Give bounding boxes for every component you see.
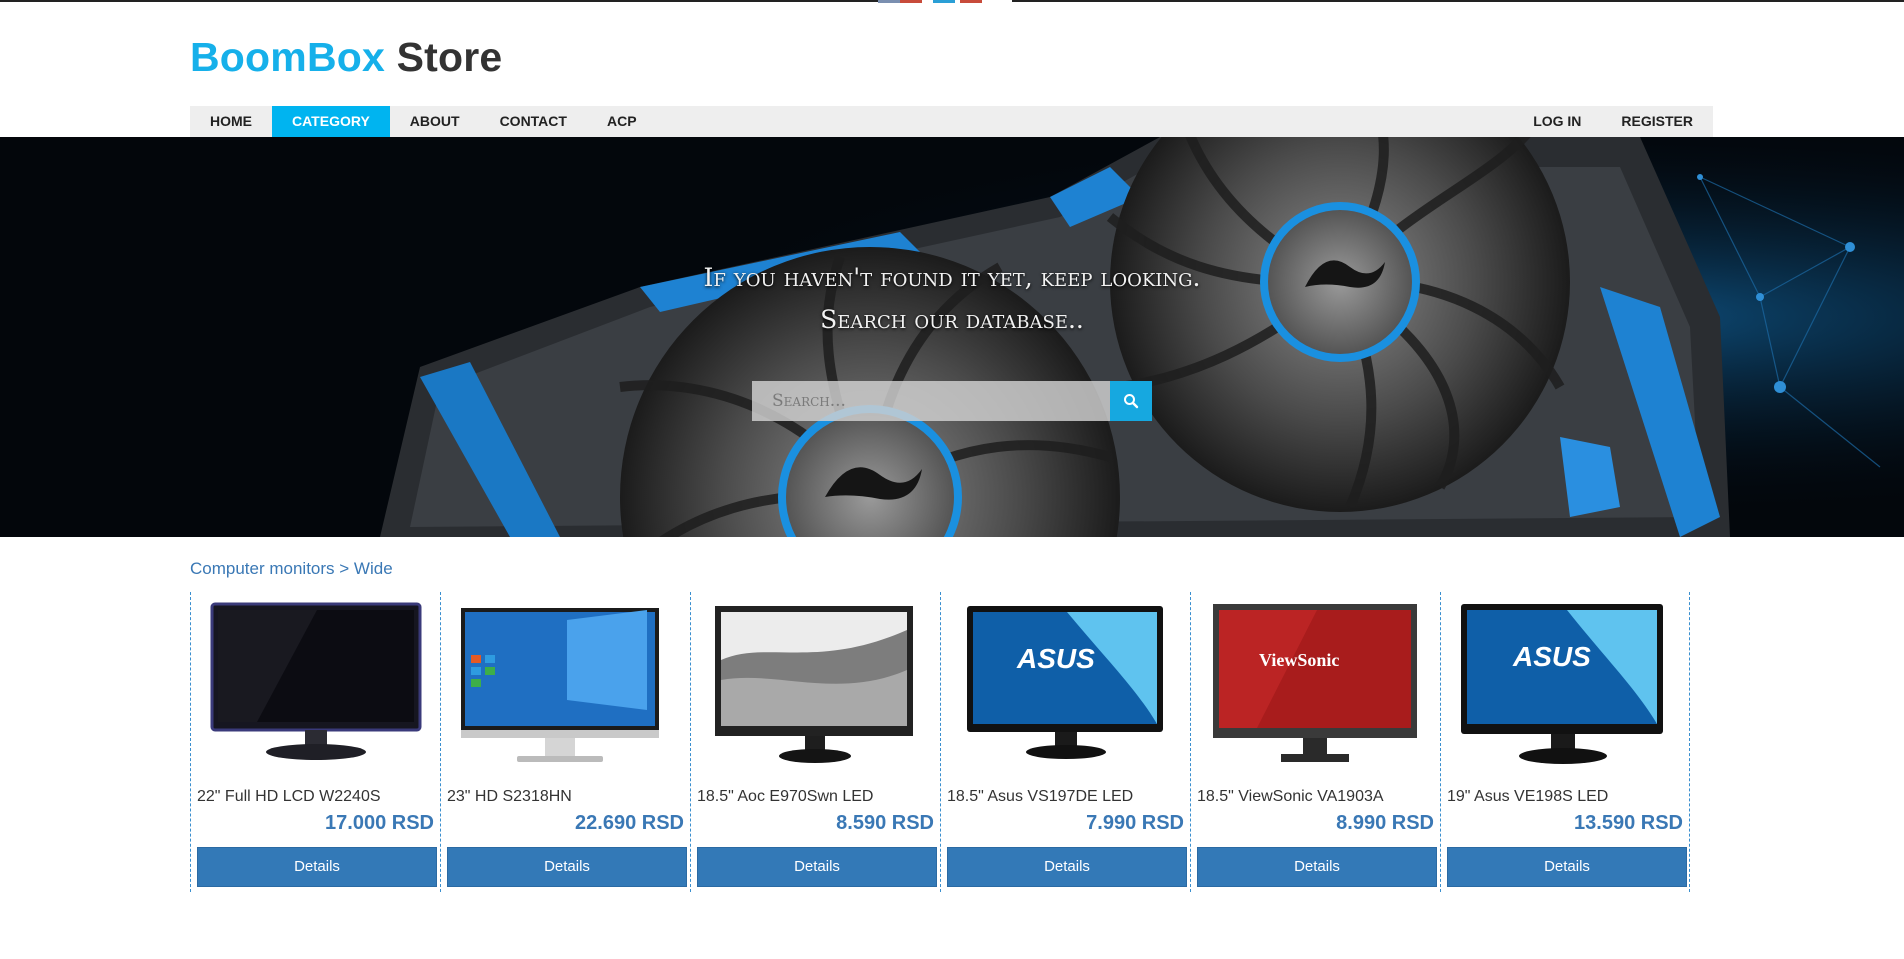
product-price: 7.990 RSD	[1086, 812, 1184, 834]
social-square-3	[933, 0, 955, 3]
top-divider-left	[0, 0, 878, 2]
product-name[interactable]: 18.5" Aoc E970Swn LED	[697, 788, 873, 806]
product-grid: 22" Full HD LCD W2240S 17.000 RSD Detail…	[190, 592, 1690, 892]
product-name[interactable]: 19" Asus VE198S LED	[1447, 788, 1608, 806]
logo-part-brand: BoomBox	[190, 34, 386, 80]
product-image[interactable]: ASUS	[947, 600, 1185, 770]
social-square-1	[878, 0, 900, 3]
product-image[interactable]	[447, 600, 685, 770]
details-button[interactable]: Details	[697, 847, 937, 887]
social-square-4	[960, 0, 982, 3]
search-button[interactable]	[1110, 381, 1152, 421]
top-divider-right	[1012, 0, 1904, 2]
main-nav: HOME CATEGORY ABOUT CONTACT ACP LOG IN R…	[190, 106, 1713, 137]
nav-item-acp[interactable]: ACP	[587, 106, 657, 137]
svg-text:ViewSonic: ViewSonic	[1259, 650, 1339, 670]
details-button[interactable]: Details	[947, 847, 1187, 887]
nav-item-login[interactable]: LOG IN	[1513, 106, 1601, 137]
product-price: 8.990 RSD	[1336, 812, 1434, 834]
hero-tagline: If you haven't found it yet, keep lookin…	[0, 257, 1904, 341]
product-image[interactable]: ASUS	[1447, 600, 1685, 770]
product-price: 13.590 RSD	[1574, 812, 1683, 834]
product-card: ViewSonic 18.5" ViewSonic VA1903A 8.990 …	[1190, 592, 1440, 892]
hero-tagline-line1: If you haven't found it yet, keep lookin…	[703, 263, 1201, 292]
site-logo[interactable]: BoomBox Store	[190, 34, 502, 81]
nav-right: LOG IN REGISTER	[1513, 106, 1713, 137]
search-bar	[752, 381, 1152, 421]
nav-item-register[interactable]: REGISTER	[1601, 106, 1713, 137]
top-strip	[0, 0, 1904, 3]
svg-text:ASUS: ASUS	[1512, 641, 1591, 672]
product-image[interactable]	[697, 600, 935, 770]
product-card: 22" Full HD LCD W2240S 17.000 RSD Detail…	[190, 592, 440, 892]
product-name[interactable]: 18.5" Asus VS197DE LED	[947, 788, 1133, 806]
nav-item-home[interactable]: HOME	[190, 106, 272, 137]
social-square-2	[900, 0, 922, 3]
svg-text:ASUS: ASUS	[1016, 643, 1095, 674]
search-icon	[1124, 394, 1139, 409]
product-name[interactable]: 22" Full HD LCD W2240S	[197, 788, 381, 806]
product-card: 23" HD S2318HN 22.690 RSD Details	[440, 592, 690, 892]
hero-tagline-line2: Search our database..	[820, 305, 1084, 334]
product-price: 17.000 RSD	[325, 812, 434, 834]
nav-item-contact[interactable]: CONTACT	[480, 106, 587, 137]
product-image[interactable]	[197, 600, 435, 770]
details-button[interactable]: Details	[197, 847, 437, 887]
logo-part-store: Store	[396, 34, 503, 80]
details-button[interactable]: Details	[1447, 847, 1687, 887]
details-button[interactable]: Details	[1197, 847, 1437, 887]
nav-item-about[interactable]: ABOUT	[390, 106, 480, 137]
product-image[interactable]: ViewSonic	[1197, 600, 1435, 770]
breadcrumb[interactable]: Computer monitors > Wide	[190, 559, 393, 579]
nav-left: HOME CATEGORY ABOUT CONTACT ACP	[190, 106, 657, 137]
product-price: 22.690 RSD	[575, 812, 684, 834]
product-card: 18.5" Aoc E970Swn LED 8.590 RSD Details	[690, 592, 940, 892]
hero-banner: If you haven't found it yet, keep lookin…	[0, 137, 1904, 537]
product-name[interactable]: 18.5" ViewSonic VA1903A	[1197, 788, 1384, 806]
product-name[interactable]: 23" HD S2318HN	[447, 788, 572, 806]
nav-item-category[interactable]: CATEGORY	[272, 106, 390, 137]
product-card: ASUS 19" Asus VE198S LED 13.590 RSD Deta…	[1440, 592, 1690, 892]
search-input[interactable]	[752, 381, 1110, 421]
details-button[interactable]: Details	[447, 847, 687, 887]
product-price: 8.590 RSD	[836, 812, 934, 834]
product-card: ASUS 18.5" Asus VS197DE LED 7.990 RSD De…	[940, 592, 1190, 892]
